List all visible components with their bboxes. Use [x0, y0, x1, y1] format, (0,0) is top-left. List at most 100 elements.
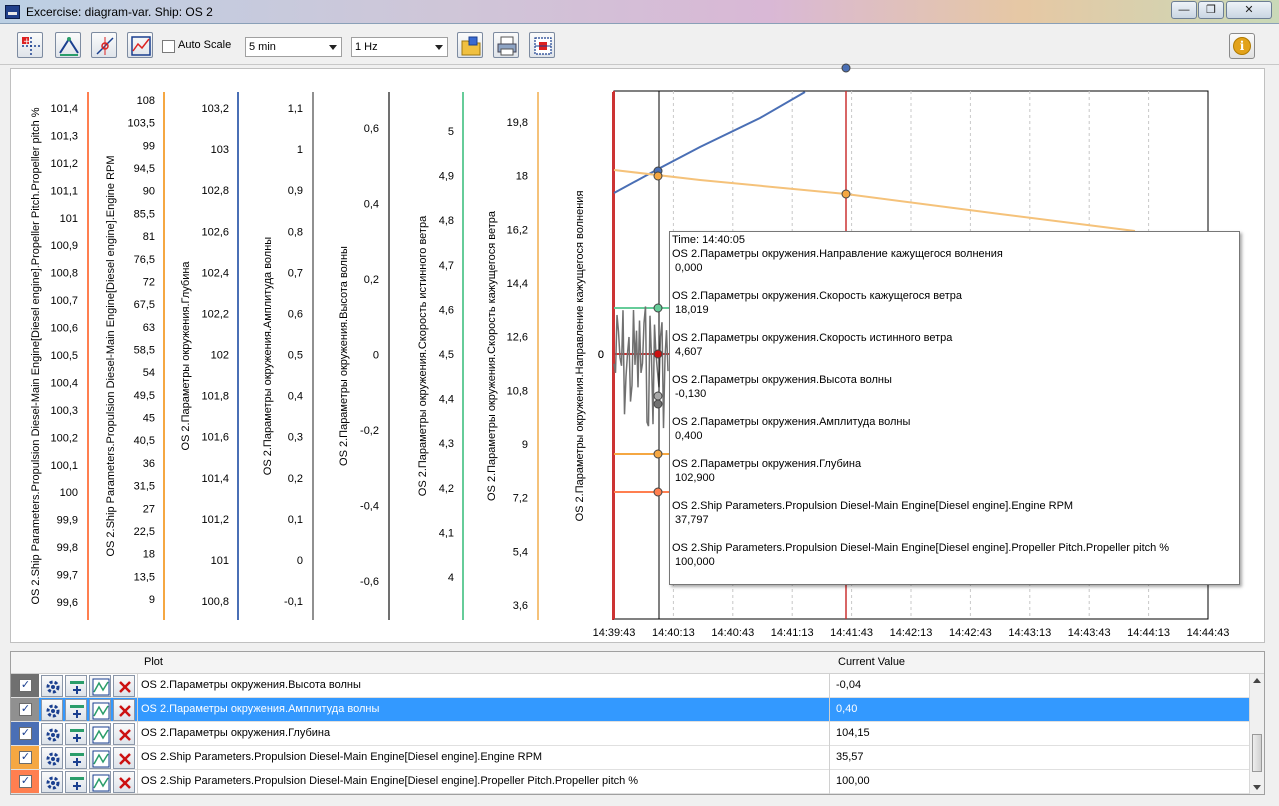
- show-chart-button[interactable]: [89, 675, 111, 697]
- y-tick-label: 10,8: [507, 385, 528, 397]
- cursor-marker: [653, 449, 663, 459]
- current-value-cell: 104,15: [836, 727, 870, 739]
- tooltip-series-value: 37,797: [675, 514, 709, 526]
- remove-series-button[interactable]: [113, 675, 135, 697]
- y-tick-label: 67,5: [134, 299, 155, 311]
- table-row[interactable]: ✓ OS 2.Параметры окружения.Высота волны -0…: [11, 674, 1249, 698]
- y-tick-label: 100,3: [50, 405, 78, 417]
- table-row[interactable]: ✓ OS 2.Ship Parameters.Propulsion Diesel-…: [11, 746, 1249, 770]
- y-tick-label: 9: [149, 594, 155, 606]
- add-axis-button[interactable]: [65, 771, 87, 793]
- y-tick-label: 63: [143, 322, 155, 334]
- scroll-up-icon[interactable]: [1253, 678, 1261, 683]
- y-tick-label: 1: [297, 144, 303, 156]
- show-chart-button[interactable]: [89, 747, 111, 769]
- current-value-cell: 0,40: [836, 703, 858, 715]
- y-tick-label: 4,7: [439, 260, 454, 272]
- y-tick-label: 81: [143, 231, 155, 243]
- x-tick-label: 14:40:13: [652, 627, 695, 639]
- series-settings-button[interactable]: [41, 747, 63, 769]
- y-tick-label: 16,2: [507, 224, 528, 236]
- y-tick-label: 3,6: [513, 600, 528, 612]
- y-tick-label: 103,5: [127, 118, 155, 130]
- column-header-plot[interactable]: Plot: [144, 656, 163, 668]
- series-settings-button[interactable]: [41, 699, 63, 721]
- scroll-thumb[interactable]: [1252, 734, 1262, 772]
- column-divider: [137, 770, 138, 794]
- y-tick-label: 4,1: [439, 527, 454, 539]
- add-axis-button[interactable]: [65, 747, 87, 769]
- visibility-checkbox[interactable]: ✓: [19, 703, 32, 716]
- y-tick-label: 13,5: [134, 571, 155, 583]
- y-tick-label: 45: [143, 413, 155, 425]
- show-chart-button[interactable]: [89, 771, 111, 793]
- series-settings-button[interactable]: [41, 771, 63, 793]
- y-tick-label: 101,2: [50, 158, 78, 170]
- tooltip-series-value: 0,000: [675, 262, 703, 274]
- y-tick-label: 49,5: [134, 390, 155, 402]
- cursor-marker: [653, 399, 663, 409]
- column-divider: [137, 698, 138, 722]
- show-chart-button[interactable]: [89, 699, 111, 721]
- y-tick-label: 101,4: [50, 103, 78, 115]
- y-tick-label: 76,5: [134, 254, 155, 266]
- tooltip-series-name: OS 2.Параметры окружения.Скорость истинн…: [672, 332, 953, 344]
- visibility-checkbox[interactable]: ✓: [19, 751, 32, 764]
- cursor-marker: [653, 349, 663, 359]
- y-tick-label: 0,6: [288, 308, 303, 320]
- remove-series-button[interactable]: [113, 771, 135, 793]
- table-row[interactable]: ✓ OS 2.Ship Parameters.Propulsion Diesel-…: [11, 770, 1249, 794]
- y-tick-label: 0: [297, 555, 303, 567]
- plot-name-cell: OS 2.Параметры окружения.Высота волны: [141, 679, 361, 691]
- y-tick-label: 9: [522, 439, 528, 451]
- y-tick-label: 1,1: [288, 103, 303, 115]
- remove-series-button[interactable]: [113, 723, 135, 745]
- tooltip-series-value: 18,019: [675, 304, 709, 316]
- plot-name-cell: OS 2.Параметры окружения.Глубина: [141, 727, 331, 739]
- y-tick-label: 4,3: [439, 438, 454, 450]
- remove-series-button[interactable]: [113, 699, 135, 721]
- y-tick-label: 4,8: [439, 215, 454, 227]
- tooltip-series-name: OS 2.Параметры окружения.Глубина: [672, 458, 862, 470]
- y-tick-label: 36: [143, 458, 155, 470]
- visibility-checkbox[interactable]: ✓: [19, 679, 32, 692]
- visibility-checkbox[interactable]: ✓: [19, 775, 32, 788]
- y-tick-label: 103,2: [201, 103, 229, 115]
- y-tick-label: 18: [143, 549, 155, 561]
- table-row[interactable]: ✓ OS 2.Параметры окружения.Глубина 104,15: [11, 722, 1249, 746]
- y-tick-label: 5: [448, 126, 454, 138]
- y-axis-title: OS 2.Параметры окружения.Амплитуда волны: [262, 237, 274, 475]
- remove-series-button[interactable]: [113, 747, 135, 769]
- scroll-down-icon[interactable]: [1253, 785, 1261, 790]
- y-tick-label: 18: [516, 171, 528, 183]
- y-axis-title: OS 2.Параметры окружения.Направление каж…: [574, 191, 586, 522]
- y-tick-label: 100: [60, 487, 78, 499]
- add-axis-button[interactable]: [65, 699, 87, 721]
- cursor-marker: [653, 391, 663, 401]
- plot-name-cell: OS 2.Ship Parameters.Propulsion Diesel-M…: [141, 751, 543, 763]
- tooltip-series-value: -0,130: [675, 388, 707, 400]
- add-axis-button[interactable]: [65, 723, 87, 745]
- y-axis-title: OS 2.Ship Parameters.Propulsion Diesel-M…: [105, 155, 117, 556]
- current-value-cell: 35,57: [836, 751, 864, 763]
- y-tick-label: 4: [448, 572, 454, 584]
- series-settings-button[interactable]: [41, 723, 63, 745]
- series-settings-button[interactable]: [41, 675, 63, 697]
- add-axis-button[interactable]: [65, 675, 87, 697]
- y-tick-label: 102,4: [201, 267, 229, 279]
- column-header-current-value[interactable]: Current Value: [838, 656, 905, 668]
- x-tick-label: 14:42:43: [949, 627, 992, 639]
- cursor-marker: [841, 189, 851, 199]
- table-scrollbar[interactable]: [1249, 674, 1264, 794]
- show-chart-button[interactable]: [89, 723, 111, 745]
- visibility-checkbox[interactable]: ✓: [19, 727, 32, 740]
- y-tick-label: 4,5: [439, 349, 454, 361]
- y-tick-label: 19,8: [507, 117, 528, 129]
- y-tick-label: 99,8: [57, 542, 78, 554]
- y-axis-title: OS 2.Параметры окружения.Высота волны: [338, 246, 350, 466]
- y-tick-label: 0: [598, 349, 604, 361]
- y-tick-label: 0,6: [364, 123, 379, 135]
- y-tick-label: 0,3: [288, 432, 303, 444]
- tooltip-series-name: OS 2.Параметры окружения.Скорость кажуще…: [672, 290, 962, 302]
- table-row[interactable]: ✓ OS 2.Параметры окружения.Амплитуда волн…: [11, 698, 1249, 722]
